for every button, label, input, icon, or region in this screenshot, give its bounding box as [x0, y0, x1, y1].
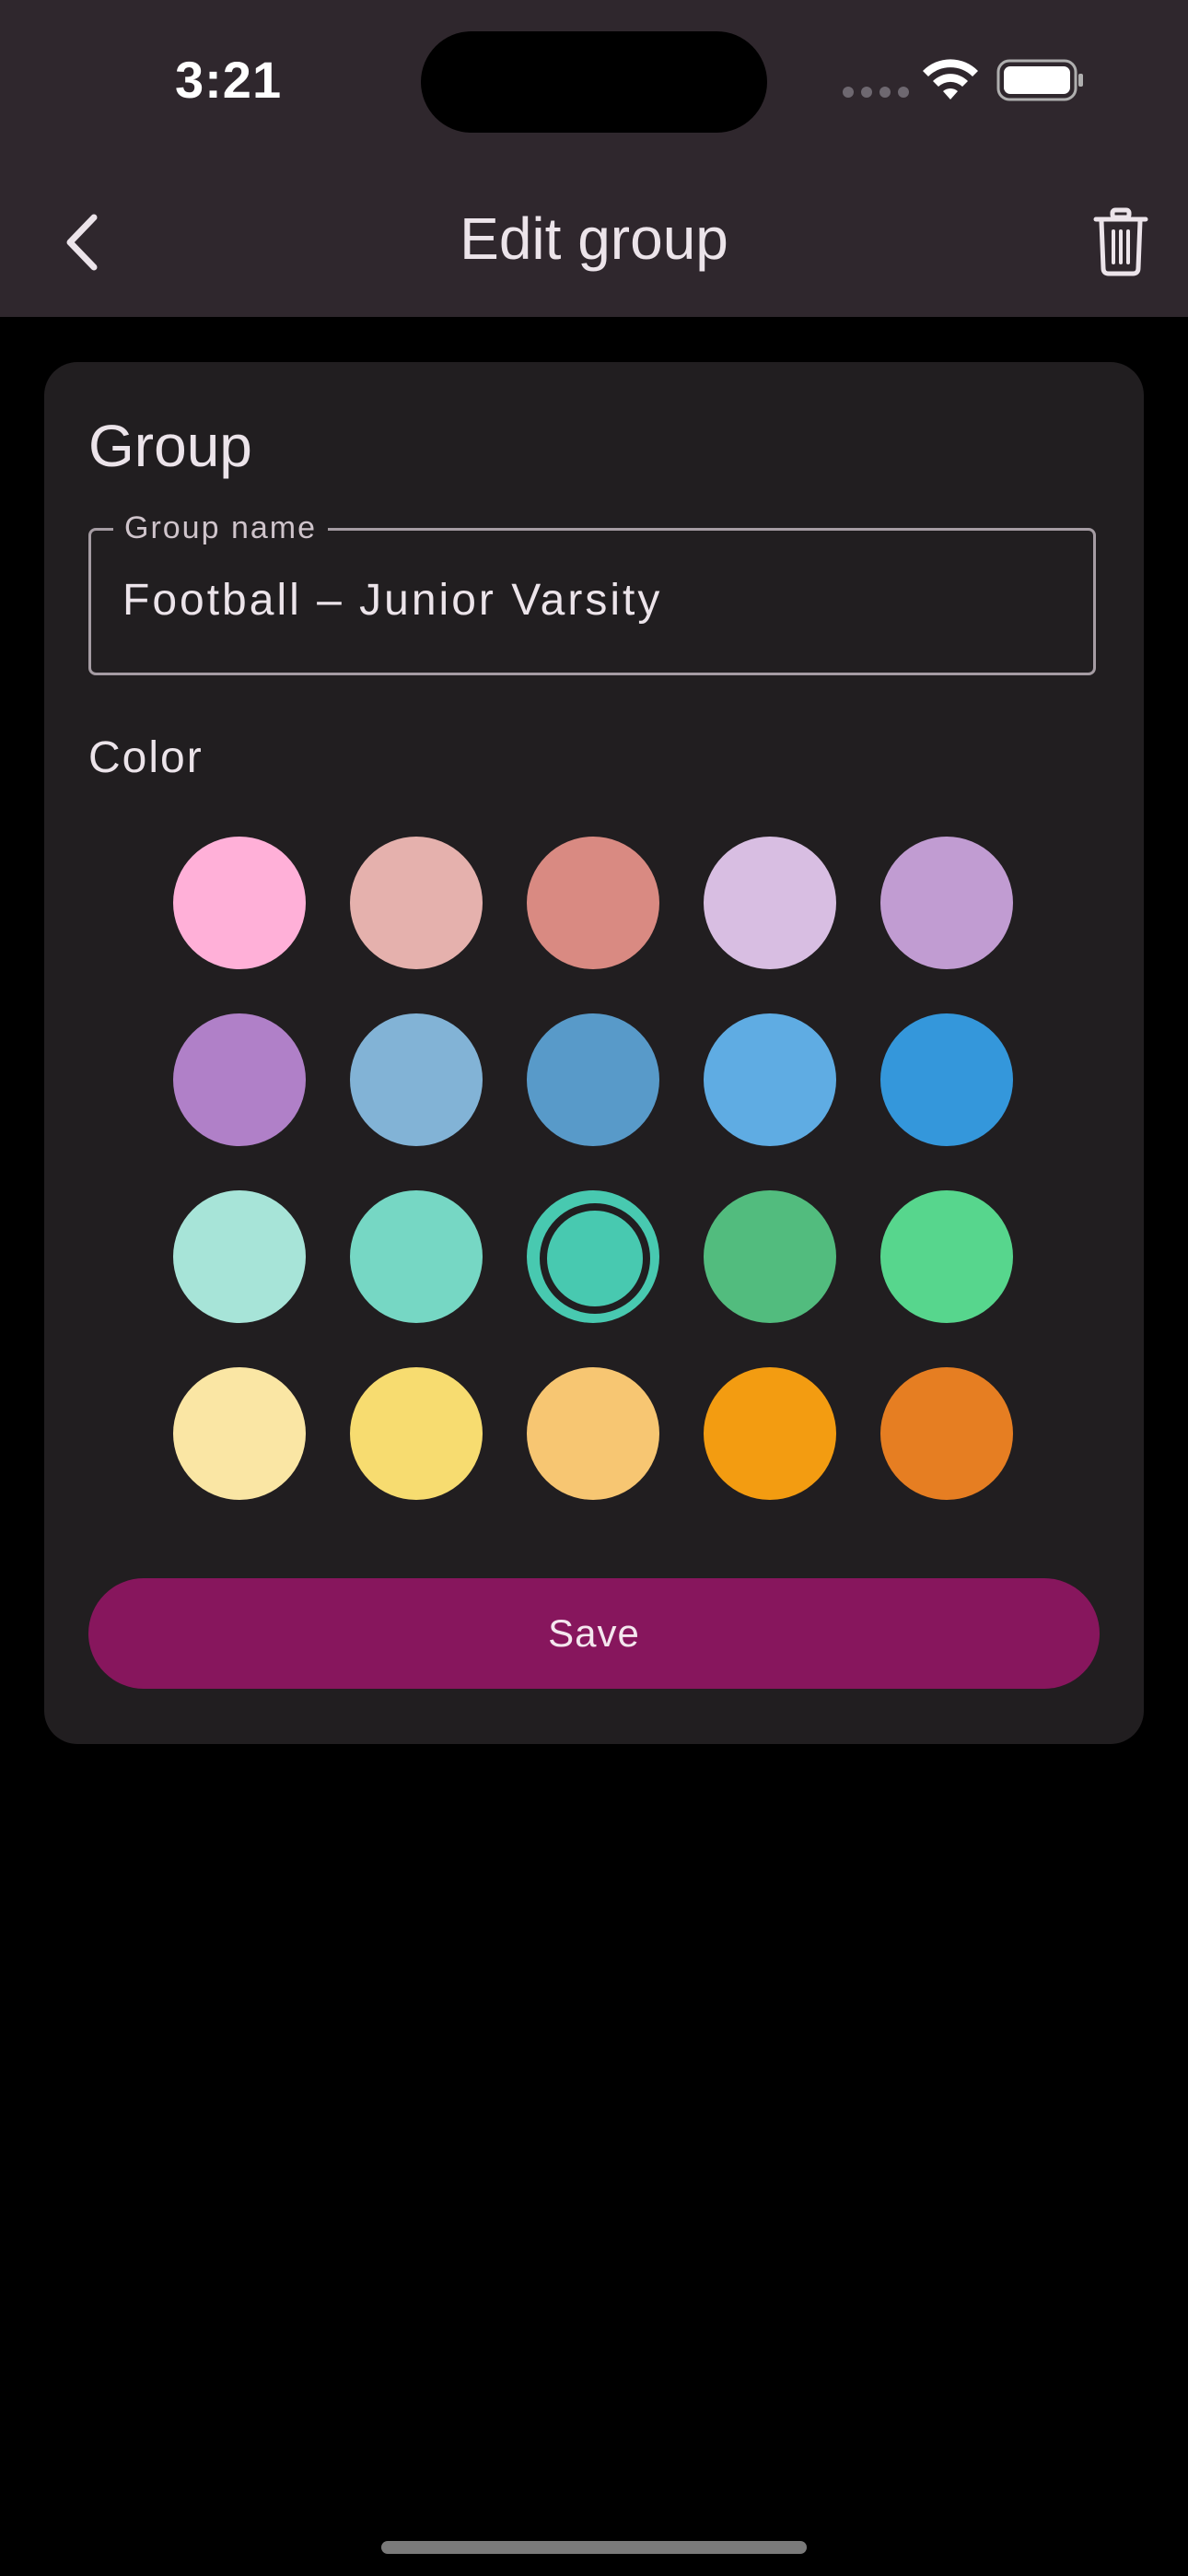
color-swatch[interactable] [350, 1367, 483, 1500]
color-swatch[interactable] [880, 837, 1013, 969]
color-swatch-selected[interactable] [527, 1190, 659, 1323]
group-name-input[interactable] [122, 575, 1043, 626]
color-swatch[interactable] [880, 1013, 1013, 1146]
home-indicator [381, 2541, 807, 2554]
group-name-field[interactable]: Group name [88, 510, 1096, 675]
group-name-label: Group name [113, 510, 328, 546]
color-swatch[interactable] [173, 1013, 306, 1146]
color-swatch[interactable] [173, 1190, 306, 1323]
page-title: Edit group [460, 205, 728, 272]
cellular-signal-icon [843, 87, 909, 98]
color-swatch[interactable] [704, 1367, 836, 1500]
color-swatch[interactable] [880, 1367, 1013, 1500]
color-swatch[interactable] [350, 1013, 483, 1146]
color-swatch[interactable] [704, 1013, 836, 1146]
delete-button[interactable] [1077, 201, 1164, 284]
wifi-icon [921, 59, 980, 108]
status-time: 3:21 [175, 51, 283, 109]
color-label: Color [88, 733, 204, 782]
color-swatch[interactable] [350, 1190, 483, 1323]
color-swatch[interactable] [350, 837, 483, 969]
color-swatch[interactable] [173, 1367, 306, 1500]
status-bar: 3:21 [0, 0, 1188, 166]
color-swatch[interactable] [704, 1190, 836, 1323]
save-button[interactable]: Save [88, 1578, 1100, 1689]
color-picker [173, 837, 1013, 1500]
color-swatch[interactable] [527, 1013, 659, 1146]
trash-icon [1093, 207, 1148, 276]
app-bar: Edit group [0, 166, 1188, 317]
color-swatch[interactable] [880, 1190, 1013, 1323]
color-swatch[interactable] [173, 837, 306, 969]
battery-icon [996, 59, 1085, 106]
color-swatch[interactable] [527, 1367, 659, 1500]
edit-group-card: Group Group name Color Save [44, 362, 1144, 1744]
color-swatch[interactable] [704, 837, 836, 969]
color-swatch[interactable] [527, 837, 659, 969]
section-title: Group [88, 413, 252, 479]
dynamic-island [421, 31, 767, 133]
